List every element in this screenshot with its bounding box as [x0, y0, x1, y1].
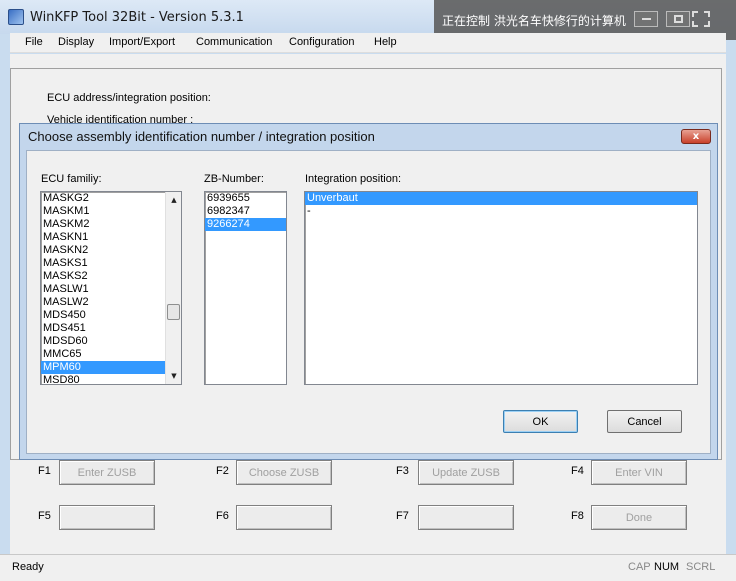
menu-help[interactable]: Help: [374, 36, 397, 48]
ecu-family-item[interactable]: MPM60: [41, 361, 165, 374]
ecu-family-item[interactable]: MASKS2: [41, 270, 165, 283]
ecu-family-rows: MASKG2 MASKM1 MASKM2 MASKN1 MASKN2 MASKS1 MASK…: [41, 192, 181, 384]
f7-key-label: F7: [396, 510, 409, 522]
ecu-family-item[interactable]: MASKN2: [41, 244, 165, 257]
ecu-family-item[interactable]: MASKM2: [41, 218, 165, 231]
f5-button[interactable]: [59, 505, 155, 530]
remote-control-label: 正在控制 洪光名车快修行的计算机: [442, 14, 626, 28]
integration-position-rows: Unverbaut -: [305, 192, 697, 218]
menu-configuration[interactable]: Configuration: [289, 36, 354, 48]
done-button[interactable]: Done: [591, 505, 687, 530]
ecu-family-item[interactable]: MDSD60: [41, 335, 165, 348]
zb-number-item[interactable]: 6939655: [205, 192, 286, 205]
minimize-icon[interactable]: [634, 11, 658, 27]
zb-number-rows: 6939655 6982347 9266274: [205, 192, 286, 231]
ecu-family-item[interactable]: MASLW2: [41, 296, 165, 309]
scrl-indicator: SCRL: [686, 561, 716, 573]
scroll-thumb[interactable]: [167, 304, 180, 320]
ecu-family-item[interactable]: MASKM1: [41, 205, 165, 218]
f5-key-label: F5: [38, 510, 51, 522]
ecu-family-item[interactable]: MASKN1: [41, 231, 165, 244]
ecu-family-item[interactable]: MDS451: [41, 322, 165, 335]
ecu-family-item[interactable]: MMC65: [41, 348, 165, 361]
f1-key-label: F1: [38, 465, 51, 477]
ok-button[interactable]: OK: [503, 410, 578, 433]
status-bar: Ready CAP NUM SCRL: [0, 554, 736, 581]
ecu-family-label: ECU familiy:: [41, 173, 102, 185]
menu-bar: File Display Import/Export Communication…: [10, 33, 726, 53]
integration-position-listbox[interactable]: Unverbaut -: [304, 191, 698, 385]
zb-number-item[interactable]: 6982347: [205, 205, 286, 218]
f7-button[interactable]: [418, 505, 514, 530]
menu-file[interactable]: File: [25, 36, 43, 48]
cap-indicator: CAP: [628, 561, 651, 573]
integration-position-item[interactable]: -: [305, 205, 697, 218]
scroll-up-icon[interactable]: ▲: [166, 192, 181, 208]
choose-assembly-dialog: Choose assembly identification number / …: [19, 123, 718, 460]
menu-communication[interactable]: Communication: [196, 36, 272, 48]
choose-zusb-button[interactable]: Choose ZUSB: [236, 460, 332, 485]
ecu-address-label: ECU address/integration position:: [47, 92, 211, 104]
zb-number-label: ZB-Number:: [204, 173, 264, 185]
ecu-family-item[interactable]: MDS450: [41, 309, 165, 322]
enter-zusb-button[interactable]: Enter ZUSB: [59, 460, 155, 485]
menu-import-export[interactable]: Import/Export: [109, 36, 175, 48]
f6-button[interactable]: [236, 505, 332, 530]
restore-icon[interactable]: [666, 11, 690, 27]
ecu-family-scrollbar[interactable]: ▲ ▼: [165, 192, 181, 384]
ecu-family-item[interactable]: MASLW1: [41, 283, 165, 296]
update-zusb-button[interactable]: Update ZUSB: [418, 460, 514, 485]
menu-display[interactable]: Display: [58, 36, 94, 48]
f6-key-label: F6: [216, 510, 229, 522]
ecu-family-item[interactable]: MSD80: [41, 374, 165, 384]
integration-position-item[interactable]: Unverbaut: [305, 192, 697, 205]
app-window: WinKFP Tool 32Bit - Version 5.3.1 正在控制 洪…: [0, 0, 736, 581]
ecu-family-listbox[interactable]: MASKG2 MASKM1 MASKM2 MASKN1 MASKN2 MASKS1 MASK…: [40, 191, 182, 385]
ecu-family-item[interactable]: MASKS1: [41, 257, 165, 270]
cancel-button[interactable]: Cancel: [607, 410, 682, 433]
enter-vin-button[interactable]: Enter VIN: [591, 460, 687, 485]
fullscreen-icon[interactable]: [690, 11, 714, 27]
scroll-down-icon[interactable]: ▼: [166, 368, 181, 384]
ecu-family-item[interactable]: MASKG2: [41, 192, 165, 205]
f3-key-label: F3: [396, 465, 409, 477]
app-icon: [8, 9, 24, 25]
window-title: WinKFP Tool 32Bit - Version 5.3.1: [30, 10, 244, 25]
dialog-title: Choose assembly identification number / …: [28, 129, 375, 144]
dialog-close-button[interactable]: x: [681, 129, 711, 144]
f8-key-label: F8: [571, 510, 584, 522]
f2-key-label: F2: [216, 465, 229, 477]
status-text: Ready: [12, 561, 44, 573]
num-indicator: NUM: [654, 561, 680, 573]
dialog-body: ECU familiy: ZB-Number: Integration posi…: [26, 150, 711, 454]
integration-position-label: Integration position:: [305, 173, 402, 185]
zb-number-listbox[interactable]: 6939655 6982347 9266274: [204, 191, 287, 385]
f4-key-label: F4: [571, 465, 584, 477]
zb-number-item[interactable]: 9266274: [205, 218, 286, 231]
